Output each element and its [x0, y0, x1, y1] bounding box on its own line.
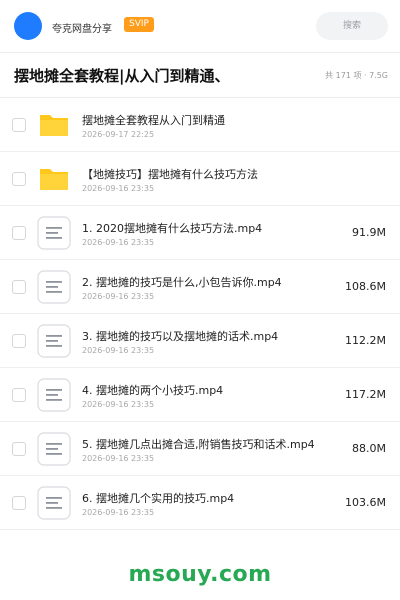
list-item[interactable]: 【地摊技巧】摆地摊有什么技巧方法 2026-09-16 23:35	[0, 152, 400, 206]
item-name[interactable]: 3. 摆地摊的技巧以及摆地摊的话术.mp4	[82, 328, 278, 344]
item-size: 88.0M	[352, 442, 386, 455]
document-icon	[37, 378, 71, 412]
row-checkbox[interactable]	[12, 172, 26, 186]
share-page: 夸克网盘分享 SVIP 搜索 摆地摊全套教程|从入门到精通、 共 171 项 ·…	[0, 0, 400, 600]
item-size: 103.6M	[345, 496, 386, 509]
item-size: 108.6M	[345, 280, 386, 293]
svip-badge: SVIP	[124, 17, 154, 32]
list-item[interactable]: 2. 摆地摊的技巧是什么,小包告诉你.mp4 2026-09-16 23:35 …	[0, 260, 400, 314]
row-checkbox[interactable]	[12, 118, 26, 132]
item-name[interactable]: 5. 摆地摊几点出摊合适,附销售技巧和话术.mp4	[82, 436, 315, 452]
item-date: 2026-09-16 23:35	[82, 454, 155, 463]
item-name[interactable]: 摆地摊全套教程从入门到精通	[82, 112, 225, 128]
item-date: 2026-09-16 23:35	[82, 400, 155, 409]
list-item[interactable]: 3. 摆地摊的技巧以及摆地摊的话术.mp4 2026-09-16 23:35 1…	[0, 314, 400, 368]
folder-icon	[37, 108, 71, 142]
item-name[interactable]: 4. 摆地摊的两个小技巧.mp4	[82, 382, 223, 398]
item-count-and-size: 共 171 项 · 7.5G	[325, 71, 388, 80]
list-item[interactable]: 6. 摆地摊几个实用的技巧.mp4 2026-09-16 23:35 103.6…	[0, 476, 400, 530]
document-icon	[37, 324, 71, 358]
list-item[interactable]: 1. 2020摆地摊有什么技巧方法.mp4 2026-09-16 23:35 9…	[0, 206, 400, 260]
avatar[interactable]	[14, 12, 42, 40]
row-checkbox[interactable]	[12, 280, 26, 294]
item-size: 91.9M	[352, 226, 386, 239]
item-size: 117.2M	[345, 388, 386, 401]
item-date: 2026-09-16 23:35	[82, 346, 155, 355]
folder-icon	[37, 162, 71, 196]
item-date: 2026-09-16 23:35	[82, 508, 155, 517]
row-checkbox[interactable]	[12, 496, 26, 510]
item-date: 2026-09-17 22:25	[82, 130, 155, 139]
page-title: 摆地摊全套教程|从入门到精通、	[14, 67, 230, 85]
item-date: 2026-09-16 23:35	[82, 184, 155, 193]
title-row: 摆地摊全套教程|从入门到精通、 共 171 项 · 7.5G	[0, 53, 400, 98]
list-item[interactable]: 4. 摆地摊的两个小技巧.mp4 2026-09-16 23:35 117.2M	[0, 368, 400, 422]
list-item[interactable]: 5. 摆地摊几点出摊合适,附销售技巧和话术.mp4 2026-09-16 23:…	[0, 422, 400, 476]
item-size: 112.2M	[345, 334, 386, 347]
row-checkbox[interactable]	[12, 388, 26, 402]
item-name[interactable]: 1. 2020摆地摊有什么技巧方法.mp4	[82, 220, 262, 236]
document-icon	[37, 270, 71, 304]
row-checkbox[interactable]	[12, 442, 26, 456]
top-bar: 夸克网盘分享 SVIP 搜索	[0, 0, 400, 53]
document-icon	[37, 432, 71, 466]
search-input[interactable]: 搜索	[316, 12, 388, 40]
brand-name: 夸克网盘分享	[52, 24, 112, 35]
site-watermark: msouy.com	[128, 562, 272, 587]
item-date: 2026-09-16 23:35	[82, 238, 155, 247]
item-date: 2026-09-16 23:35	[82, 292, 155, 301]
item-name[interactable]: 【地摊技巧】摆地摊有什么技巧方法	[82, 166, 258, 182]
item-name[interactable]: 6. 摆地摊几个实用的技巧.mp4	[82, 490, 234, 506]
list-item[interactable]: 摆地摊全套教程从入门到精通 2026-09-17 22:25	[0, 98, 400, 152]
row-checkbox[interactable]	[12, 226, 26, 240]
document-icon	[37, 216, 71, 250]
row-checkbox[interactable]	[12, 334, 26, 348]
file-list: 摆地摊全套教程从入门到精通 2026-09-17 22:25 【地摊技巧】摆地摊…	[0, 98, 400, 530]
document-icon	[37, 486, 71, 520]
item-name[interactable]: 2. 摆地摊的技巧是什么,小包告诉你.mp4	[82, 274, 282, 290]
